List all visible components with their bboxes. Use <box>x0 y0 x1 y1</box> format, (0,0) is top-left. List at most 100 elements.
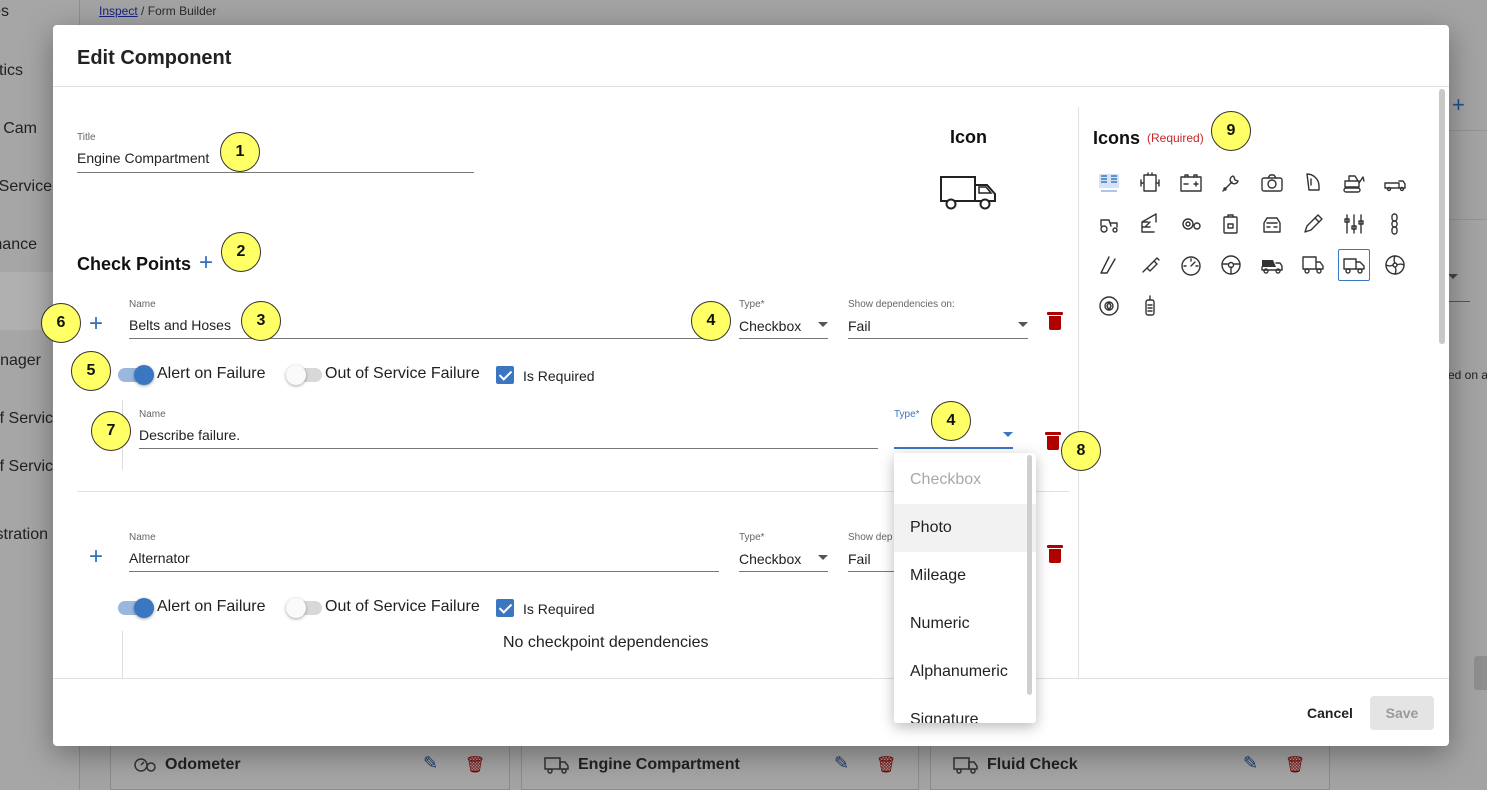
icon-heading: Icon <box>950 127 988 147</box>
crane-icon[interactable] <box>1134 208 1166 240</box>
edit-icon[interactable]: ✎ <box>1243 753 1258 774</box>
type-option-numeric[interactable]: Numeric <box>894 600 1036 648</box>
camera-icon[interactable] <box>1256 167 1288 199</box>
menu-scrollbar[interactable] <box>1027 455 1032 695</box>
steering-wheel-icon[interactable] <box>1215 249 1247 281</box>
sidebar-item[interactable]: tics <box>0 62 23 80</box>
background-button[interactable] <box>1474 656 1487 690</box>
add-sub-checkpoint-icon[interactable]: + <box>89 312 103 336</box>
speedometer-icon[interactable] <box>1175 249 1207 281</box>
fan-icon[interactable] <box>1379 249 1411 281</box>
alert-on-failure-toggle[interactable] <box>118 598 154 618</box>
type-option-signature[interactable]: Signature <box>894 696 1036 723</box>
chain-icon[interactable] <box>1379 208 1411 240</box>
is-required-checkbox[interactable] <box>496 366 514 384</box>
card-label: Fluid Check <box>987 756 1078 773</box>
sidebar-item[interactable]: Service <box>0 178 52 196</box>
equalizer-icon[interactable] <box>1338 208 1370 240</box>
checkpoint-name-field[interactable]: Belts and Hoses <box>129 317 231 333</box>
truck-icon <box>544 757 569 774</box>
gears-icon[interactable] <box>1175 208 1207 240</box>
alert-on-failure-label: Alert on Failure <box>157 598 266 615</box>
out-of-service-label: Out of Service Failure <box>325 598 480 615</box>
cab-icon[interactable] <box>1256 208 1288 240</box>
title-field[interactable]: Engine Compartment <box>77 150 209 166</box>
fuel-can-icon[interactable] <box>1215 208 1247 240</box>
sidebar-item[interactable]: nance <box>0 236 37 254</box>
delete-icon[interactable]: 🗑 <box>1285 755 1305 775</box>
component-card[interactable]: Odometer ✎ 🗑 <box>110 740 510 790</box>
add-sub-checkpoint-icon[interactable]: + <box>89 545 103 569</box>
spark-plug-icon[interactable] <box>1134 249 1166 281</box>
dialog-footer-divider <box>53 678 1449 679</box>
dependencies-select[interactable]: Fail <box>848 318 871 334</box>
checkpoint-type-select[interactable]: Checkbox <box>739 318 801 334</box>
check-points-heading: Check Points <box>77 254 192 274</box>
engine-icon[interactable] <box>1134 167 1166 199</box>
out-of-service-toggle[interactable] <box>286 598 322 618</box>
sidebar-item[interactable]: Cam <box>3 120 37 138</box>
background-add-icon[interactable]: + <box>1452 92 1465 118</box>
chevron-down-icon[interactable] <box>1003 432 1013 437</box>
mirror-icon[interactable] <box>1297 167 1329 199</box>
delete-icon[interactable]: 🗑 <box>876 755 896 775</box>
chevron-down-icon[interactable] <box>1018 322 1028 327</box>
dependencies-label: Show dependencies on: <box>848 299 955 310</box>
wrench-icon[interactable] <box>1215 167 1247 199</box>
edit-icon[interactable]: ✎ <box>423 753 438 774</box>
sub-name-underline <box>139 448 878 449</box>
save-button[interactable]: Save <box>1370 696 1434 730</box>
intellishift-logo-icon[interactable] <box>1093 167 1125 199</box>
type-dropdown-menu: Checkbox Photo Mileage Numeric Alphanume… <box>894 453 1036 723</box>
type-option-photo[interactable]: Photo <box>894 504 1036 552</box>
type-option-alphanumeric[interactable]: Alphanumeric <box>894 648 1036 696</box>
tractor-icon[interactable] <box>1093 208 1125 240</box>
breadcrumb-link-inspect[interactable]: Inspect <box>99 4 138 18</box>
sidebar-item[interactable]: es <box>0 3 9 21</box>
component-card[interactable]: Engine Compartment ✎ 🗑 <box>521 740 919 790</box>
alert-on-failure-toggle[interactable] <box>118 365 154 385</box>
turbo-icon[interactable] <box>1093 290 1125 322</box>
dialog-scrollbar[interactable] <box>1439 89 1445 344</box>
add-checkpoint-icon[interactable]: + <box>199 251 213 275</box>
flatbed-truck-icon[interactable] <box>1379 167 1411 199</box>
delivery-truck-icon[interactable] <box>1337 249 1370 281</box>
breadcrumb-current: Form Builder <box>147 4 217 18</box>
checkpoint-name-field[interactable]: Alternator <box>129 550 190 566</box>
sidebar-item[interactable]: f Servic <box>0 458 53 476</box>
wipers-icon[interactable] <box>1093 249 1125 281</box>
card-label: Odometer <box>165 756 241 773</box>
is-required-label: Is Required <box>523 368 595 384</box>
type-option-checkbox[interactable]: Checkbox <box>894 456 1036 504</box>
annotation-badge: 9 <box>1211 111 1251 151</box>
chevron-down-icon[interactable] <box>818 555 828 560</box>
annotation-badge: 5 <box>71 351 111 391</box>
icons-heading: Icons <box>1093 128 1141 148</box>
sub-name-field[interactable]: Describe failure. <box>139 427 240 443</box>
sidebar-item[interactable]: f Servic <box>0 410 53 428</box>
excavator-icon[interactable] <box>1338 167 1370 199</box>
edit-icon[interactable]: ✎ <box>834 753 849 774</box>
sidebar-item[interactable]: anager <box>0 352 41 370</box>
battery-icon[interactable] <box>1175 167 1207 199</box>
chevron-down-icon[interactable] <box>818 322 828 327</box>
annotation-badge: 4 <box>931 401 971 441</box>
pencil-icon[interactable] <box>1297 208 1329 240</box>
dump-truck-icon[interactable] <box>1256 249 1288 281</box>
delete-icon[interactable]: 🗑 <box>465 755 485 775</box>
cancel-button[interactable]: Cancel <box>1295 696 1365 730</box>
out-of-service-toggle[interactable] <box>286 365 322 385</box>
type-option-mileage[interactable]: Mileage <box>894 552 1036 600</box>
delete-checkpoint-icon[interactable] <box>1047 545 1063 563</box>
delete-checkpoint-icon[interactable] <box>1047 312 1063 330</box>
dialog-header-divider <box>53 86 1449 87</box>
sidebar-item[interactable]: stration <box>0 526 48 544</box>
component-card[interactable]: Fluid Check ✎ 🗑 <box>930 740 1330 790</box>
checkpoint-type-select[interactable]: Checkbox <box>739 551 801 567</box>
radio-icon[interactable] <box>1134 290 1166 322</box>
box-truck-icon[interactable] <box>1297 249 1329 281</box>
dependencies-select[interactable]: Fail <box>848 551 871 567</box>
delete-sub-checkpoint-icon[interactable] <box>1045 432 1061 450</box>
is-required-checkbox[interactable] <box>496 599 514 617</box>
icons-required-label: (Required) <box>1147 131 1204 145</box>
